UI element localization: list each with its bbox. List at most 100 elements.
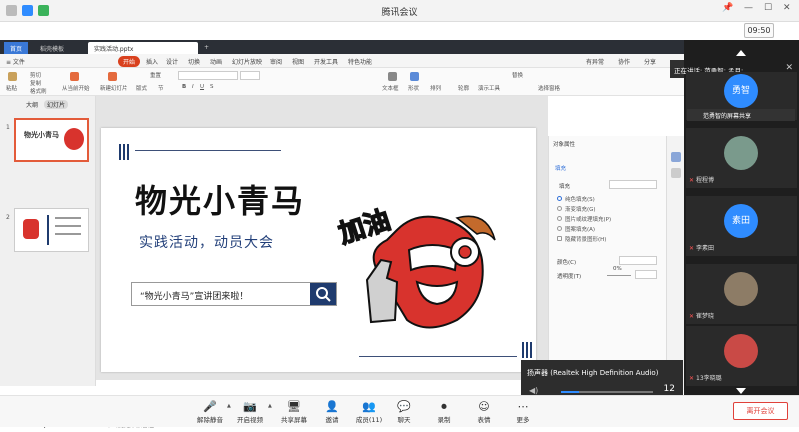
ribbon-paste[interactable]: 粘贴 [6,84,17,92]
menu-features[interactable]: 特色功能 [348,57,372,66]
slide-search-box[interactable]: “物光小青马”宣讲团来啦！ [131,282,337,306]
outline-tab[interactable]: 大纲 [26,100,38,109]
properties-tool-icon[interactable] [671,152,681,162]
menu-animation[interactable]: 动画 [210,57,222,66]
unmute-button[interactable]: 🎤 解除静音 [190,400,230,424]
slide-thumb-1[interactable]: 物光小青马 [14,118,89,162]
ribbon-presentation-tools[interactable]: 演示工具 [478,84,500,92]
smile-icon: ☺ [478,400,490,413]
menu-review[interactable]: 审阅 [270,57,282,66]
radio-gradient[interactable] [557,206,562,211]
shape-icon[interactable] [410,72,419,81]
thumb-divider [47,215,49,245]
text-tool-icon[interactable] [671,168,681,178]
scroll-up-icon[interactable] [736,50,746,56]
ribbon-section[interactable]: 节 [158,84,164,92]
meeting-toolbar: 🎤 解除静音 ▲ 📷 开启视频 ▲ 🖥 共享屏幕 👤 邀请 👥 成员(11) 💬… [0,395,799,427]
ribbon-textbox[interactable]: 文本框 [382,84,399,92]
slide-subtitle[interactable]: 实践活动，动员大会 [139,232,274,252]
new-slide-icon[interactable] [108,72,117,81]
font-name-select[interactable] [178,71,238,80]
ribbon-from-current[interactable]: 从当前开始 [62,84,90,92]
thumb-figure-icon [23,219,39,239]
slide-thumb-2[interactable] [14,208,89,252]
menu-start[interactable]: 开始 [118,56,141,67]
maximize-icon[interactable]: ☐ [764,3,772,13]
chat-button[interactable]: 💬 聊天 [384,400,424,424]
record-button[interactable]: ⏺ 录制 [424,400,464,424]
menu-file[interactable]: ≡ 文件 [6,57,25,66]
slides-tab[interactable]: 幻灯片 [44,100,69,109]
strike-button[interactable]: S [210,84,214,90]
menu-devtools[interactable]: 开发工具 [314,57,338,66]
tab-home[interactable]: 首页 [4,42,29,54]
pin-icon[interactable]: 📌 [722,3,733,13]
color-select[interactable] [619,256,657,265]
minimize-icon[interactable]: — [744,3,753,13]
invite-icon: 👤 [325,400,339,413]
speaker-icon: ◀) [529,386,539,395]
radio-pattern[interactable] [557,226,562,231]
reactions-button[interactable]: ☺ 表情 [464,400,504,424]
volume-slider[interactable] [561,391,653,393]
ribbon: 粘贴 剪切 复制 格式刷 从当前开始 新建幻灯片 版式 节 重置 B I U S… [0,68,684,96]
ribbon-replace[interactable]: 替换 [512,71,523,79]
radio-picture[interactable] [557,216,562,221]
members-icon: 👥 [362,400,376,413]
ribbon-outline[interactable]: 轮廓 [458,84,469,92]
bold-button[interactable]: B [182,84,186,90]
menu-insert[interactable]: 插入 [146,57,158,66]
participant-tile[interactable]: ✕ 13李晓璐 [686,326,797,386]
checkbox-hide-bg[interactable] [557,236,562,241]
tab-templates[interactable]: 稻壳模板 [34,42,70,54]
ribbon-arrange[interactable]: 排列 [430,84,441,92]
ribbon-reset[interactable]: 重置 [150,71,161,79]
close-icon[interactable]: ✕ [783,3,791,13]
current-slide[interactable]: 物光小青马 实践活动，动员大会 “物光小青马”宣讲团来啦！ 加油 [101,128,536,372]
menu-slideshow[interactable]: 幻灯片放映 [232,57,262,66]
ribbon-format-painter[interactable]: 格式刷 [30,87,47,95]
transparency-input[interactable] [635,270,657,279]
ribbon-new-slide[interactable]: 新建幻灯片 [100,84,128,92]
invite-button[interactable]: 👤 邀请 [312,400,352,424]
props-tab-fill[interactable]: 填充 [555,164,566,172]
tab-document[interactable]: 实践活动.pptx [88,42,198,54]
option-hide-bg: 隐藏背景图形(H) [565,237,607,243]
participant-tile[interactable]: 素田 ✕ 李素田 [686,196,797,256]
ribbon-selection-pane[interactable]: 选择窗格 [538,84,560,92]
menu-design[interactable]: 设计 [166,57,178,66]
ribbon-copy[interactable]: 复制 [30,79,41,87]
menu-share[interactable]: 分享 [644,57,656,66]
slide-title[interactable]: 物光小青马 [135,176,305,222]
start-video-button[interactable]: 📷 开启视频 [230,400,270,424]
participant-tile[interactable]: ✕ 崔梦晓 [686,264,797,324]
scroll-down-icon[interactable] [736,388,746,394]
new-tab-button[interactable]: + [198,42,215,54]
avatar [724,136,758,170]
participant-tile[interactable]: ✕ 程程博 [686,128,797,188]
transparency-slider[interactable] [607,275,631,276]
play-icon[interactable] [70,72,79,81]
font-size-select[interactable] [240,71,260,80]
participant-name: 崔梦晓 [696,313,715,320]
share-screen-icon: 🖥 [287,400,301,413]
ribbon-layout[interactable]: 版式 [136,84,147,92]
textbox-icon[interactable] [388,72,397,81]
menu-collab[interactable]: 协作 [618,57,630,66]
menu-view[interactable]: 视图 [292,57,304,66]
ribbon-shape[interactable]: 形状 [408,84,419,92]
leave-meeting-button[interactable]: 离开会议 [733,402,788,420]
menu-anomaly[interactable]: 有异常 [586,57,604,66]
radio-solid[interactable] [557,196,562,201]
more-button[interactable]: ⋯ 更多 [503,400,543,424]
italic-button[interactable]: I [192,84,194,90]
slide-thumbnails-panel: 大纲 幻灯片 1 物光小青马 2 + [0,96,96,431]
members-button[interactable]: 👥 成员(11) [349,400,389,424]
share-screen-button[interactable]: 🖥 共享屏幕 [274,400,314,424]
underline-button[interactable]: U [200,84,204,90]
paste-icon[interactable] [8,72,17,81]
ribbon-cut[interactable]: 剪切 [30,71,41,79]
fill-select[interactable] [609,180,657,189]
chevron-up-icon[interactable]: ▲ [268,403,272,409]
menu-transition[interactable]: 切换 [188,57,200,66]
